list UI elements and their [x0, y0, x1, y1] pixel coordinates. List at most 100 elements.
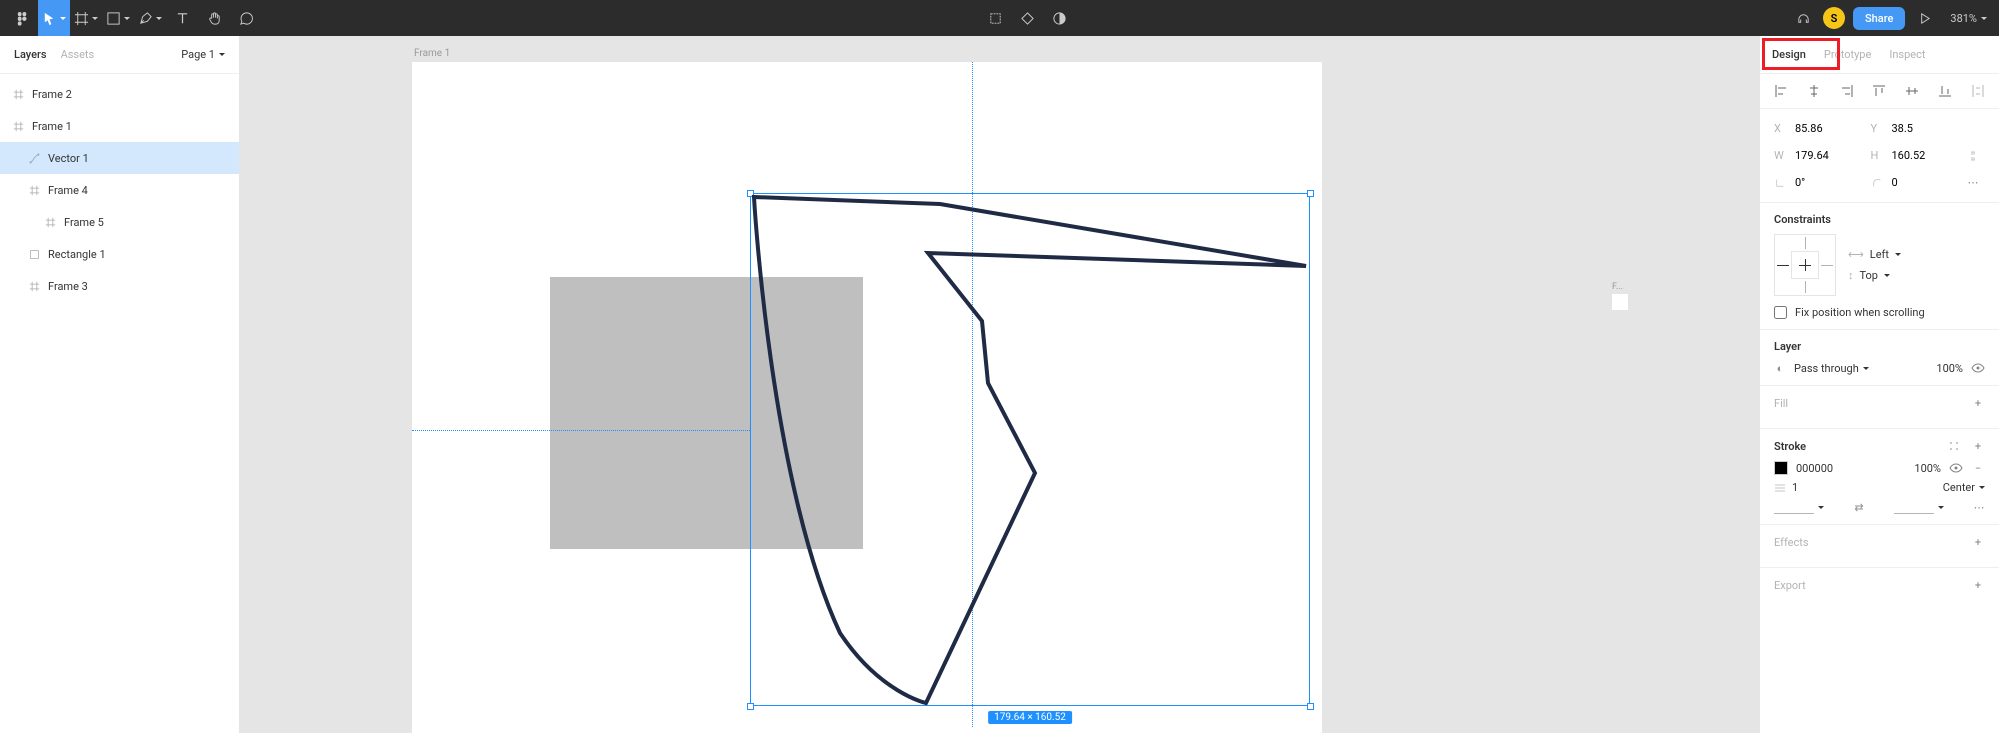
design-tab-highlight: [1762, 38, 1840, 70]
effects-title: Effects: [1774, 536, 1809, 549]
h-input[interactable]: [1887, 146, 1945, 165]
tab-assets[interactable]: Assets: [61, 48, 95, 61]
layer-row[interactable]: Frame 3: [0, 270, 239, 302]
visibility-toggle[interactable]: [1971, 361, 1985, 375]
text-tool-button[interactable]: [166, 0, 198, 36]
zoom-control[interactable]: 381%: [1944, 12, 1993, 25]
stroke-cap-end[interactable]: [1894, 500, 1944, 514]
mask-tool-button[interactable]: [1011, 0, 1043, 36]
stroke-width-input[interactable]: 1: [1792, 481, 1798, 494]
fill-title: Fill: [1774, 397, 1788, 410]
fix-position-checkbox[interactable]: Fix position when scrolling: [1774, 306, 1985, 319]
swap-caps-button[interactable]: ⇄: [1853, 501, 1865, 513]
y-input[interactable]: [1887, 119, 1945, 138]
frame-tool-button[interactable]: [70, 0, 102, 36]
pen-icon: [138, 11, 153, 26]
remove-stroke-button[interactable]: −: [1971, 461, 1985, 475]
hand-tool-button[interactable]: [198, 0, 230, 36]
page-selector[interactable]: Page 1: [181, 48, 225, 61]
align-hcenter-button[interactable]: [1807, 84, 1821, 98]
shape-tool-button[interactable]: [102, 0, 134, 36]
align-top-button[interactable]: [1872, 84, 1886, 98]
artboard-frame-2[interactable]: [1612, 294, 1628, 310]
stroke-align-select[interactable]: Center: [1943, 481, 1985, 494]
comment-icon: [239, 11, 254, 26]
share-button[interactable]: Share: [1853, 7, 1905, 30]
chevron-down-icon: [1863, 367, 1869, 373]
component-tool-button[interactable]: [979, 0, 1011, 36]
blend-mode-select[interactable]: Pass through: [1794, 362, 1928, 375]
layer-type-icon: [28, 248, 40, 260]
layers-panel: Layers Assets Page 1 Frame 2Frame 1Vecto…: [0, 36, 240, 733]
headset-button[interactable]: [1792, 0, 1815, 36]
stroke-hex-input[interactable]: 000000: [1796, 462, 1833, 475]
w-input[interactable]: [1790, 146, 1848, 165]
constraint-v-select[interactable]: ↕Top: [1848, 269, 1901, 282]
stroke-color-swatch[interactable]: [1774, 461, 1788, 475]
more-options-button[interactable]: ⋯: [1967, 177, 1979, 189]
frame-label[interactable]: Frame 1: [414, 48, 450, 59]
hand-icon: [207, 11, 222, 26]
layer-row[interactable]: Vector 1: [0, 142, 239, 174]
center-tools: [979, 0, 1075, 36]
layer-row[interactable]: Frame 5: [0, 206, 239, 238]
align-left-button[interactable]: [1774, 84, 1788, 98]
present-button[interactable]: [1913, 0, 1936, 36]
tab-inspect[interactable]: Inspect: [1889, 48, 1925, 61]
comment-tool-button[interactable]: [230, 0, 262, 36]
tab-layers[interactable]: Layers: [14, 48, 47, 61]
stroke-cap-start[interactable]: [1774, 500, 1824, 514]
x-input[interactable]: [1790, 119, 1848, 138]
align-vcenter-button[interactable]: [1905, 84, 1919, 98]
align-bottom-button[interactable]: [1938, 84, 1952, 98]
layer-tree: Frame 2Frame 1Vector 1Frame 4 Frame 5 Rect…: [0, 74, 239, 733]
layer-row[interactable]: Frame 4: [0, 174, 239, 206]
align-right-button[interactable]: [1840, 84, 1854, 98]
layer-row[interactable]: Frame 1: [0, 110, 239, 142]
rectangle-icon: [106, 11, 121, 26]
stroke-opacity-input[interactable]: 100%: [1914, 462, 1941, 475]
add-fill-button[interactable]: +: [1971, 396, 1985, 410]
chevron-down-icon: [156, 17, 162, 23]
export-section: Export +: [1760, 568, 1999, 610]
distribute-button[interactable]: [1971, 84, 1985, 98]
stroke-more-button[interactable]: ⋯: [1973, 501, 1985, 513]
vector-shape[interactable]: [750, 193, 1310, 706]
layer-type-icon: [44, 216, 56, 228]
figma-logo-icon: [15, 11, 30, 26]
stroke-visibility-toggle[interactable]: [1949, 461, 1963, 475]
layer-name: Frame 5: [64, 216, 104, 229]
add-stroke-button[interactable]: +: [1971, 439, 1985, 453]
frame2-label[interactable]: F...: [1612, 282, 1623, 292]
headset-icon: [1796, 11, 1811, 26]
transform-section: X Y W H ⋯: [1760, 109, 1999, 203]
radius-input[interactable]: [1887, 173, 1945, 192]
align-section: [1760, 74, 1999, 109]
pen-tool-button[interactable]: [134, 0, 166, 36]
fix-position-input[interactable]: [1774, 306, 1787, 319]
canvas[interactable]: Frame 1 179.64 × 160.52 F...: [240, 36, 1759, 733]
layer-row[interactable]: Frame 2: [0, 78, 239, 110]
chevron-down-icon: [1884, 274, 1890, 280]
chevron-down-icon: [219, 53, 225, 59]
fix-position-label: Fix position when scrolling: [1795, 306, 1925, 319]
add-export-button[interactable]: +: [1971, 578, 1985, 592]
region-icon: [988, 11, 1003, 26]
move-tool-button[interactable]: [38, 0, 70, 36]
boolean-tool-button[interactable]: [1043, 0, 1075, 36]
user-avatar[interactable]: S: [1823, 7, 1845, 29]
main-menu-button[interactable]: [6, 0, 38, 36]
topbar-right-cluster: S Share 381%: [1792, 0, 1993, 36]
constraint-widget[interactable]: [1774, 234, 1836, 296]
opacity-input[interactable]: 100%: [1936, 362, 1963, 375]
add-effect-button[interactable]: +: [1971, 535, 1985, 549]
constrain-proportions-button[interactable]: [1967, 150, 1979, 162]
rotation-input[interactable]: [1790, 173, 1848, 192]
h-label: H: [1871, 149, 1883, 162]
stroke-style-button[interactable]: [1947, 439, 1961, 453]
blend-mode-icon: ◐: [1774, 362, 1786, 374]
constraint-h-select[interactable]: ⟷Left: [1848, 248, 1901, 261]
top-toolbar: S Share 381%: [0, 0, 1999, 36]
layer-row[interactable]: Rectangle 1: [0, 238, 239, 270]
blend-mode-value: Pass through: [1794, 362, 1859, 375]
